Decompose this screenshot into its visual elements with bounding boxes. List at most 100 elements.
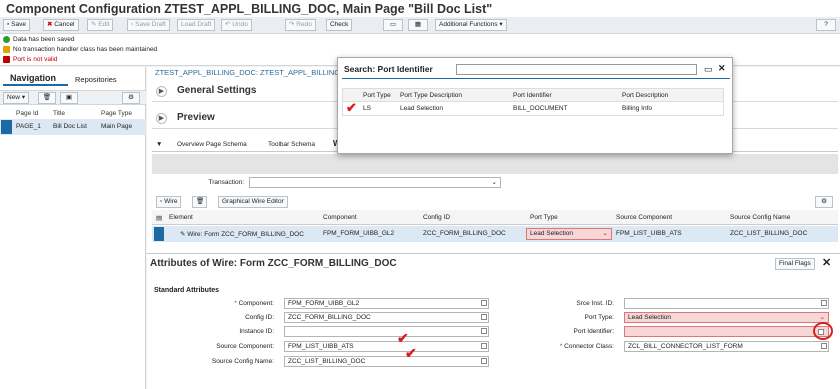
table-row[interactable]: ✎ Wire: Form ZCC_FORM_BILLING_DOC FPM_FO… bbox=[152, 226, 838, 242]
navigation-toolbar: New ▾ 🗑 ▣ ⚙ bbox=[0, 90, 146, 105]
col-element: Element bbox=[169, 214, 193, 221]
transaction-label: Transaction: bbox=[208, 179, 244, 186]
copy-icon[interactable]: ▣ bbox=[60, 92, 78, 104]
transaction-dropdown[interactable]: ⌄ bbox=[249, 177, 501, 188]
annotation-circle bbox=[813, 322, 833, 340]
source-component-label: Source Component: bbox=[216, 343, 274, 350]
row-selector[interactable] bbox=[154, 227, 164, 241]
port-type-field[interactable]: Lead Selection ⌄ bbox=[624, 312, 829, 323]
collapse-icon[interactable]: ▼ bbox=[156, 141, 162, 148]
save-button[interactable]: ▪ Save bbox=[3, 19, 30, 31]
source-config-name-label: Source Config Name: bbox=[211, 358, 274, 365]
srce-inst-id-field[interactable] bbox=[624, 298, 829, 309]
wire-source-config: ZCC_LIST_BILLING_DOC bbox=[730, 230, 808, 237]
col-port-type-description: Port Type Description bbox=[400, 92, 463, 99]
message-warning: No transaction handler class has been ma… bbox=[3, 46, 157, 53]
layout-grid-icon[interactable]: ▦ bbox=[408, 19, 428, 31]
tab-toolbar-schema[interactable]: Toolbar Schema bbox=[268, 141, 315, 148]
table-row[interactable]: ✔ LS Lead Selection BILL_DOCUMENT Billin… bbox=[342, 100, 724, 116]
undo-button[interactable]: ↶ Undo bbox=[221, 19, 252, 31]
page-title: Bill Doc List bbox=[53, 123, 87, 130]
message-success: Data has been saved bbox=[3, 36, 74, 43]
edit-button[interactable]: ✎ Edit bbox=[87, 19, 114, 31]
settings-icon[interactable]: ⚙ bbox=[815, 196, 833, 208]
column-page-type: Page Type bbox=[101, 110, 132, 117]
wire-element: ✎ Wire: Form ZCC_FORM_BILLING_DOC bbox=[180, 231, 304, 238]
value-help-icon[interactable] bbox=[481, 343, 487, 349]
close-icon[interactable]: ✕ bbox=[822, 256, 831, 269]
delete-wire-icon[interactable]: 🗑 bbox=[192, 196, 207, 208]
instance-id-label: Instance ID: bbox=[239, 328, 274, 335]
port-identifier-field[interactable] bbox=[624, 326, 829, 337]
tab-underline bbox=[3, 84, 68, 86]
message-error[interactable]: Port is not valid bbox=[3, 56, 57, 63]
table-settings-icon[interactable]: ▤ bbox=[156, 214, 162, 222]
wire-table-header: ▤ Element Component Config ID Port Type … bbox=[152, 210, 838, 225]
additional-functions-button[interactable]: Additional Functions ▾ bbox=[435, 19, 507, 31]
section-bar bbox=[152, 154, 838, 174]
wire-button[interactable]: ▫ Wire bbox=[156, 196, 182, 208]
cancel-button[interactable]: ✖ Cancel bbox=[43, 19, 79, 31]
config-id-field[interactable]: ZCC_FORM_BILLING_DOC bbox=[284, 312, 489, 323]
port-identifier-value: BILL_DOCUMENT bbox=[513, 105, 568, 112]
value-help-icon[interactable] bbox=[481, 358, 487, 364]
port-identifier-label: Port Identifier: bbox=[573, 328, 614, 335]
tab-navigation[interactable]: Navigation bbox=[10, 73, 56, 83]
pencil-icon: ✎ bbox=[180, 231, 186, 238]
maximize-icon[interactable]: ▭ bbox=[704, 64, 713, 75]
port-type-description-value: Lead Selection bbox=[400, 105, 444, 112]
port-description-value: Billing Info bbox=[622, 105, 652, 112]
row-selector[interactable] bbox=[1, 120, 12, 134]
new-button[interactable]: New ▾ bbox=[3, 92, 30, 104]
graphical-wire-editor-button[interactable]: Graphical Wire Editor bbox=[218, 196, 288, 208]
value-help-icon[interactable] bbox=[821, 343, 827, 349]
page-row[interactable]: PAGE_1 Bill Doc List Main Page bbox=[0, 119, 146, 135]
col-component: Component bbox=[323, 214, 357, 221]
srce-inst-id-label: Srce Inst. ID: bbox=[576, 300, 614, 307]
settings-icon[interactable]: ⚙ bbox=[122, 92, 140, 104]
col-port-description: Port Description bbox=[622, 92, 669, 99]
component-label: * Component: bbox=[234, 300, 274, 307]
delete-icon[interactable]: 🗑 bbox=[38, 92, 56, 104]
save-draft-button[interactable]: ▫ Save Draft bbox=[127, 19, 170, 31]
port-type-value: LS bbox=[363, 105, 371, 112]
dialog-divider bbox=[342, 78, 730, 79]
final-flags-button[interactable]: Final Flags bbox=[775, 258, 815, 270]
attributes-title: Attributes of Wire: Form ZCC_FORM_BILLIN… bbox=[150, 258, 397, 269]
dialog-search-input[interactable] bbox=[456, 64, 697, 75]
source-component-field[interactable]: FPM_LIST_UIBB_ATS bbox=[284, 341, 489, 352]
col-source-config-name: Source Config Name bbox=[730, 214, 791, 221]
expand-icon: ▶ bbox=[156, 86, 167, 97]
connector-class-field[interactable]: ZCL_BILL_CONNECTOR_LIST_FORM bbox=[624, 341, 829, 352]
value-help-icon[interactable] bbox=[481, 300, 487, 306]
dialog-title: Search: Port Identifier bbox=[344, 64, 433, 74]
layout-left-icon[interactable]: ▭ bbox=[383, 19, 403, 31]
connector-class-label: * Connector Class: bbox=[559, 343, 614, 350]
check-button[interactable]: Check bbox=[326, 19, 353, 31]
source-config-name-field[interactable]: ZCC_LIST_BILLING_DOC bbox=[284, 356, 489, 367]
wire-source-component: FPM_LIST_UIBB_ATS bbox=[616, 230, 682, 237]
annotation-check-icon: ✔ bbox=[346, 100, 357, 115]
component-field[interactable]: FPM_FORM_UIBB_GL2 bbox=[284, 298, 489, 309]
value-help-icon[interactable] bbox=[481, 314, 487, 320]
expand-icon: ▶ bbox=[156, 113, 167, 124]
close-icon[interactable]: ✕ bbox=[718, 63, 726, 74]
wire-config-id: ZCC_FORM_BILLING_DOC bbox=[423, 230, 506, 237]
window-title: Component Configuration ZTEST_APPL_BILLI… bbox=[0, 0, 840, 17]
load-draft-button[interactable]: Load Draft bbox=[177, 19, 216, 31]
redo-button[interactable]: ↷ Redo bbox=[285, 19, 316, 31]
help-icon[interactable]: ? bbox=[816, 19, 836, 31]
wire-component: FPM_FORM_UIBB_GL2 bbox=[323, 230, 395, 237]
chevron-down-icon: ⌄ bbox=[491, 179, 497, 186]
tab-overview-page-schema[interactable]: Overview Page Schema bbox=[177, 141, 247, 148]
breadcrumb[interactable]: ZTEST_APPL_BILLING_DOC: ZTEST_APPL_BILLI… bbox=[155, 68, 361, 77]
page-type: Main Page bbox=[101, 123, 133, 130]
value-help-icon[interactable] bbox=[481, 328, 487, 334]
tab-repositories[interactable]: Repositories bbox=[75, 75, 117, 84]
error-icon bbox=[3, 56, 10, 63]
save-icon: ▪ bbox=[7, 21, 10, 28]
value-help-icon[interactable] bbox=[821, 300, 827, 306]
port-type-label: Port Type: bbox=[584, 314, 614, 321]
instance-id-field[interactable] bbox=[284, 326, 489, 337]
port-type-dropdown[interactable]: Lead Selection ⌄ bbox=[526, 228, 612, 240]
